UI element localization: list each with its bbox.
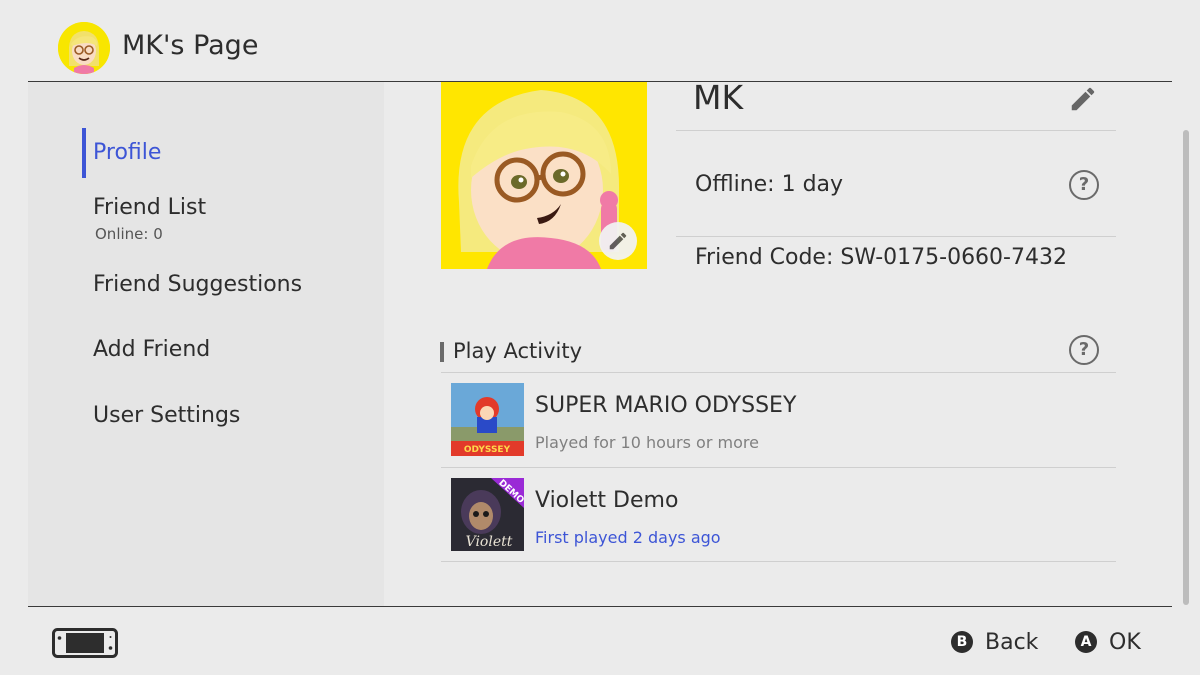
sidebar-item-user-settings[interactable]: User Settings: [93, 403, 240, 428]
divider: [441, 561, 1116, 562]
sidebar-item-friend-list[interactable]: Friend List: [93, 195, 206, 220]
back-button[interactable]: B Back: [951, 627, 1038, 657]
selected-indicator: [82, 128, 86, 178]
sidebar: Profile Friend List Online: 0 Friend Sug…: [28, 82, 384, 606]
sidebar-item-friend-suggestions[interactable]: Friend Suggestions: [93, 272, 302, 297]
page-title: MK's Page: [122, 30, 259, 61]
play-activity-title: Play Activity: [453, 339, 583, 363]
sidebar-item-add-friend[interactable]: Add Friend: [93, 337, 210, 362]
offline-status: Offline: 1 day: [695, 172, 844, 197]
edit-name-button[interactable]: [1068, 84, 1098, 114]
back-label: Back: [985, 629, 1039, 655]
section-marker: [440, 342, 444, 362]
help-icon[interactable]: ?: [1069, 335, 1099, 365]
pencil-icon: [609, 232, 627, 250]
help-icon[interactable]: ?: [1069, 170, 1099, 200]
friend-code: Friend Code: SW-0175-0660-7432: [695, 245, 1067, 270]
list-item-game[interactable]: DEMO Violett Violett Demo First played 2…: [441, 468, 1116, 562]
divider: [676, 236, 1116, 237]
list-item-game[interactable]: ODYSSEY SUPER MARIO ODYSSEY Played for 1…: [441, 373, 1116, 467]
sidebar-item-profile[interactable]: Profile: [93, 140, 161, 165]
edit-portrait-button[interactable]: [599, 222, 637, 260]
game-title: SUPER MARIO ODYSSEY: [535, 393, 797, 418]
divider: [676, 130, 1116, 131]
game-thumbnail-super-mario-odyssey: ODYSSEY: [451, 383, 524, 456]
console-mode-icon[interactable]: [52, 628, 118, 662]
game-first-played: First played 2 days ago: [535, 528, 721, 547]
game-thumbnail-violett-demo: DEMO Violett: [451, 478, 524, 551]
footer-divider: [28, 606, 1172, 607]
a-button-icon: A: [1075, 631, 1097, 653]
friend-list-online-count: Online: 0: [95, 225, 163, 243]
ok-label: OK: [1109, 629, 1141, 655]
user-avatar-icon: [58, 22, 110, 74]
game-title: Violett Demo: [535, 488, 679, 513]
thumbnail-label: ODYSSEY: [464, 445, 511, 455]
b-button-icon: B: [951, 631, 973, 653]
ok-button[interactable]: A OK: [1075, 627, 1141, 657]
game-playtime: Played for 10 hours or more: [535, 433, 759, 452]
scrollbar[interactable]: [1183, 130, 1189, 605]
pencil-icon: [1071, 87, 1095, 111]
profile-name: MK: [693, 78, 744, 117]
thumbnail-label: Violett: [466, 534, 513, 550]
header: MK's Page: [0, 0, 1200, 82]
